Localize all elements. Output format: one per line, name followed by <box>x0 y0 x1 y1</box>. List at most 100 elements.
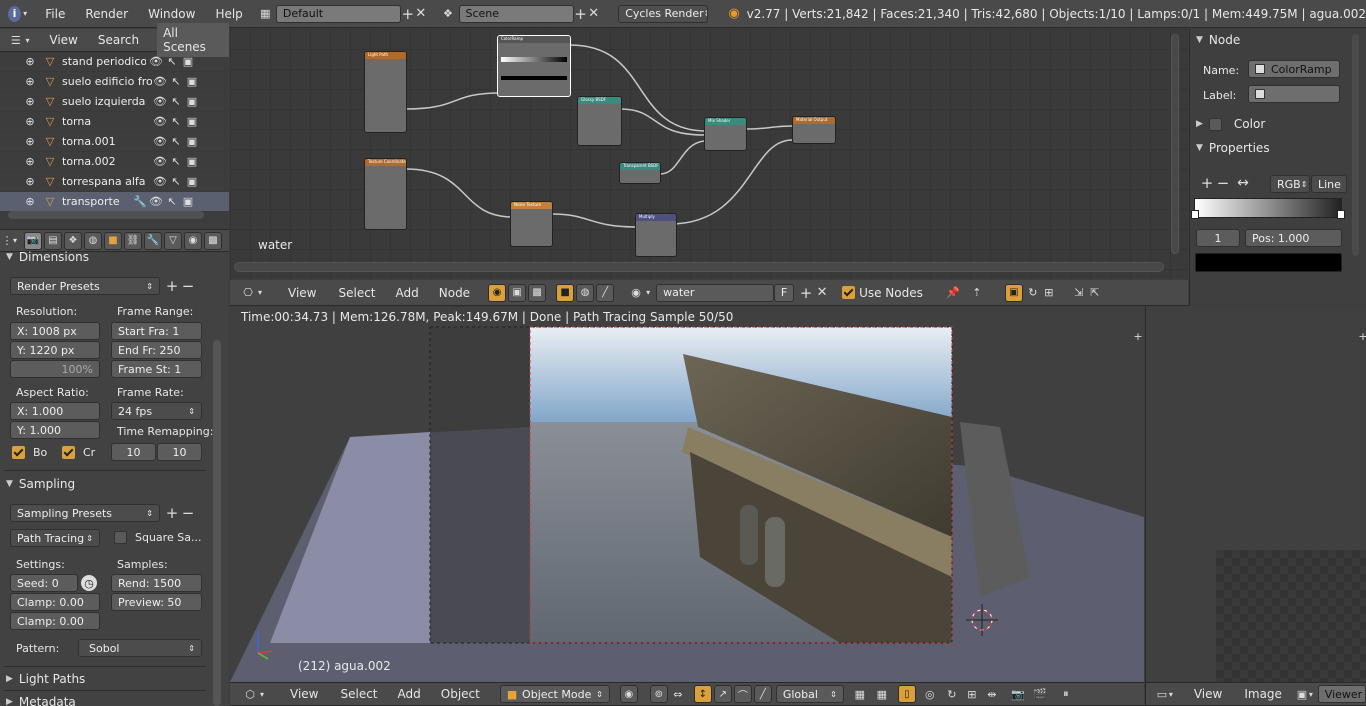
node-texture-coordinate[interactable]: Texture Coordinate <box>364 158 407 230</box>
menu-node[interactable]: Node <box>439 286 470 300</box>
pivot-point-icon[interactable]: ⊚ <box>649 685 668 703</box>
color-mode-select[interactable]: RGB ⇕ <box>1270 175 1310 193</box>
proportional-edit-icon[interactable]: ◎ <box>922 686 938 702</box>
outliner-editor-icon[interactable]: ☰ <box>8 32 24 48</box>
line-style-icon[interactable]: ╱ <box>596 283 615 302</box>
add-icon[interactable]: + <box>401 5 414 23</box>
opengl-anim-icon[interactable]: 🎬 <box>1032 686 1048 702</box>
image-editor[interactable]: + <box>1145 307 1366 682</box>
expand-icon[interactable]: ⊕ <box>22 114 38 130</box>
rotate-manipulator-icon[interactable]: ↗ <box>713 685 732 703</box>
expand-icon[interactable]: ⊕ <box>22 174 38 190</box>
menu-object[interactable]: Object <box>441 687 480 701</box>
backdrop-icon[interactable]: ▣ <box>1004 283 1023 302</box>
properties-editor-icon[interactable]: ⋮ <box>2 233 13 249</box>
eye-icon[interactable]: 👁 <box>152 134 168 150</box>
stop-index-field[interactable]: 1 <box>1196 229 1240 247</box>
cursor-icon[interactable]: ↖ <box>164 54 180 70</box>
expand-icon[interactable]: ⊕ <box>22 134 38 150</box>
eye-icon[interactable]: 👁 <box>148 194 164 210</box>
stop-position-field[interactable]: Pos: 1.000 <box>1245 229 1342 247</box>
remove-stop-icon[interactable]: − <box>1215 174 1231 192</box>
clamp-direct-field[interactable]: Clamp: 0.00 <box>10 593 100 611</box>
constraints-tab-icon[interactable]: ⛓ <box>124 231 142 250</box>
cursor-icon[interactable]: ↖ <box>168 154 184 170</box>
properties-scrollbar[interactable] <box>213 340 221 706</box>
node-name-field[interactable]: ColorRamp <box>1248 60 1340 78</box>
seed-field[interactable]: Seed: 0 <box>10 574 78 592</box>
manipulator-icon[interactable]: ⇔ <box>670 686 686 702</box>
aspect-x-field[interactable]: X: 1.000 <box>10 402 100 420</box>
dimensions-panel-header[interactable]: ▼ Dimensions <box>0 250 229 264</box>
screen-layout-icon[interactable]: ▦ <box>259 6 272 22</box>
use-nodes-checkbox[interactable] <box>842 286 856 299</box>
frame-step-field[interactable]: Frame St: 1 <box>111 360 202 378</box>
interpolation-select[interactable]: Line <box>1311 175 1347 193</box>
eye-icon[interactable]: 👁 <box>152 154 168 170</box>
end-frame-field[interactable]: End Fr: 250 <box>111 341 202 359</box>
node-editor-h-scrollbar[interactable] <box>234 262 1164 272</box>
menu-window[interactable]: Window <box>148 7 195 21</box>
camera-icon[interactable]: ▣ <box>180 54 196 70</box>
snap-target-icon[interactable]: ⊞ <box>964 686 980 702</box>
node-editor-type-icon[interactable]: ⎔ <box>240 285 256 301</box>
opengl-render-icon[interactable]: 📷 <box>1010 686 1026 702</box>
node-material-output[interactable]: Material Output <box>792 116 836 144</box>
menu-file[interactable]: File <box>45 7 65 21</box>
clock-icon[interactable]: ◷ <box>81 575 97 591</box>
node-multiply[interactable]: Multiply <box>635 213 677 257</box>
outliner-tab-search[interactable]: Search <box>98 33 139 47</box>
color-checkbox[interactable] <box>1208 117 1222 131</box>
sampling-panel-header[interactable]: ▼ Sampling <box>6 473 75 495</box>
modifiers-tab-icon[interactable]: 🔧 <box>144 231 162 250</box>
cursor-icon[interactable]: ↖ <box>168 94 184 110</box>
scene-field[interactable]: Scene <box>458 4 574 23</box>
stop-color-swatch[interactable] <box>1195 253 1342 272</box>
parent-node-tree-icon[interactable]: ⇡ <box>969 285 985 301</box>
layers-grid-icon[interactable]: ▦ <box>852 686 868 702</box>
region-expand-icon[interactable]: + <box>1130 328 1144 344</box>
menu-image[interactable]: Image <box>1244 687 1282 701</box>
snap-element-icon[interactable]: ↻ <box>944 686 960 702</box>
resolution-percentage-field[interactable]: 100% <box>10 360 100 378</box>
expand-icon[interactable]: ⊕ <box>22 74 38 90</box>
list-item[interactable]: ⊕ ▽ torna.002 👁 ↖ ▣ <box>0 152 229 172</box>
material-name-field[interactable]: water <box>656 283 775 302</box>
add-preset-button[interactable]: + <box>164 504 180 522</box>
frame-rate-select[interactable]: 24 fps ⇕ <box>111 402 202 420</box>
cursor-icon[interactable]: ↖ <box>168 134 184 150</box>
remove-preset-button[interactable]: − <box>180 504 196 522</box>
list-item[interactable]: ⊕ ▽ torrespana alfa 👁 ↖ ▣ <box>0 172 229 192</box>
close-icon[interactable]: ✕ <box>414 6 427 22</box>
time-remap-new-field[interactable]: 10 <box>157 443 202 461</box>
outliner-tab-view[interactable]: View <box>49 33 77 47</box>
node-label-field[interactable] <box>1248 85 1340 103</box>
menu-add[interactable]: Add <box>398 687 421 701</box>
camera-icon[interactable]: ▣ <box>184 154 200 170</box>
sampling-presets-select[interactable]: Sampling Presets ⇕ <box>10 504 160 522</box>
eye-icon[interactable]: 👁 <box>152 114 168 130</box>
pin-icon[interactable]: 📌 <box>945 285 961 301</box>
menu-view[interactable]: View <box>1194 687 1222 701</box>
render-engine-select[interactable]: Cycles Render⇕ <box>618 4 708 23</box>
crop-checkbox[interactable]: Cr <box>62 446 95 459</box>
close-icon[interactable]: ✕ <box>587 6 600 22</box>
list-item[interactable]: ⊕ ▽ transporte 🔧 👁 ↖ ▣ <box>0 192 229 212</box>
shading-mode-icon[interactable]: ◉ <box>619 685 638 703</box>
eye-icon[interactable]: 👁 <box>148 54 164 70</box>
image-browse-icon[interactable]: ▣ <box>1296 686 1308 702</box>
expand-icon[interactable]: ⊕ <box>22 54 38 70</box>
node-mix-shader[interactable]: Mix Shader <box>704 117 747 151</box>
list-item[interactable]: ⊕ ▽ suelo edificio front 👁 ↖ ▣ <box>0 72 229 92</box>
camera-icon[interactable]: ▣ <box>184 94 200 110</box>
cursor-icon[interactable]: ↖ <box>168 174 184 190</box>
mode-select[interactable]: ■ Object Mode ⇕ <box>499 685 610 703</box>
node-panel-header[interactable]: ▼ Node <box>1190 29 1366 51</box>
cursor-icon[interactable]: ↖ <box>168 74 184 90</box>
node-panel-scrollbar[interactable] <box>1352 34 1359 256</box>
scene-icon[interactable]: ❖ <box>441 6 454 22</box>
camera-icon[interactable]: ▣ <box>184 74 200 90</box>
node-glossy-bsdf[interactable]: Glossy BSDF <box>577 96 622 146</box>
list-item[interactable]: ⊕ ▽ torna 👁 ↖ ▣ <box>0 112 229 132</box>
extra-manipulator-icon[interactable]: ╱ <box>753 685 772 703</box>
